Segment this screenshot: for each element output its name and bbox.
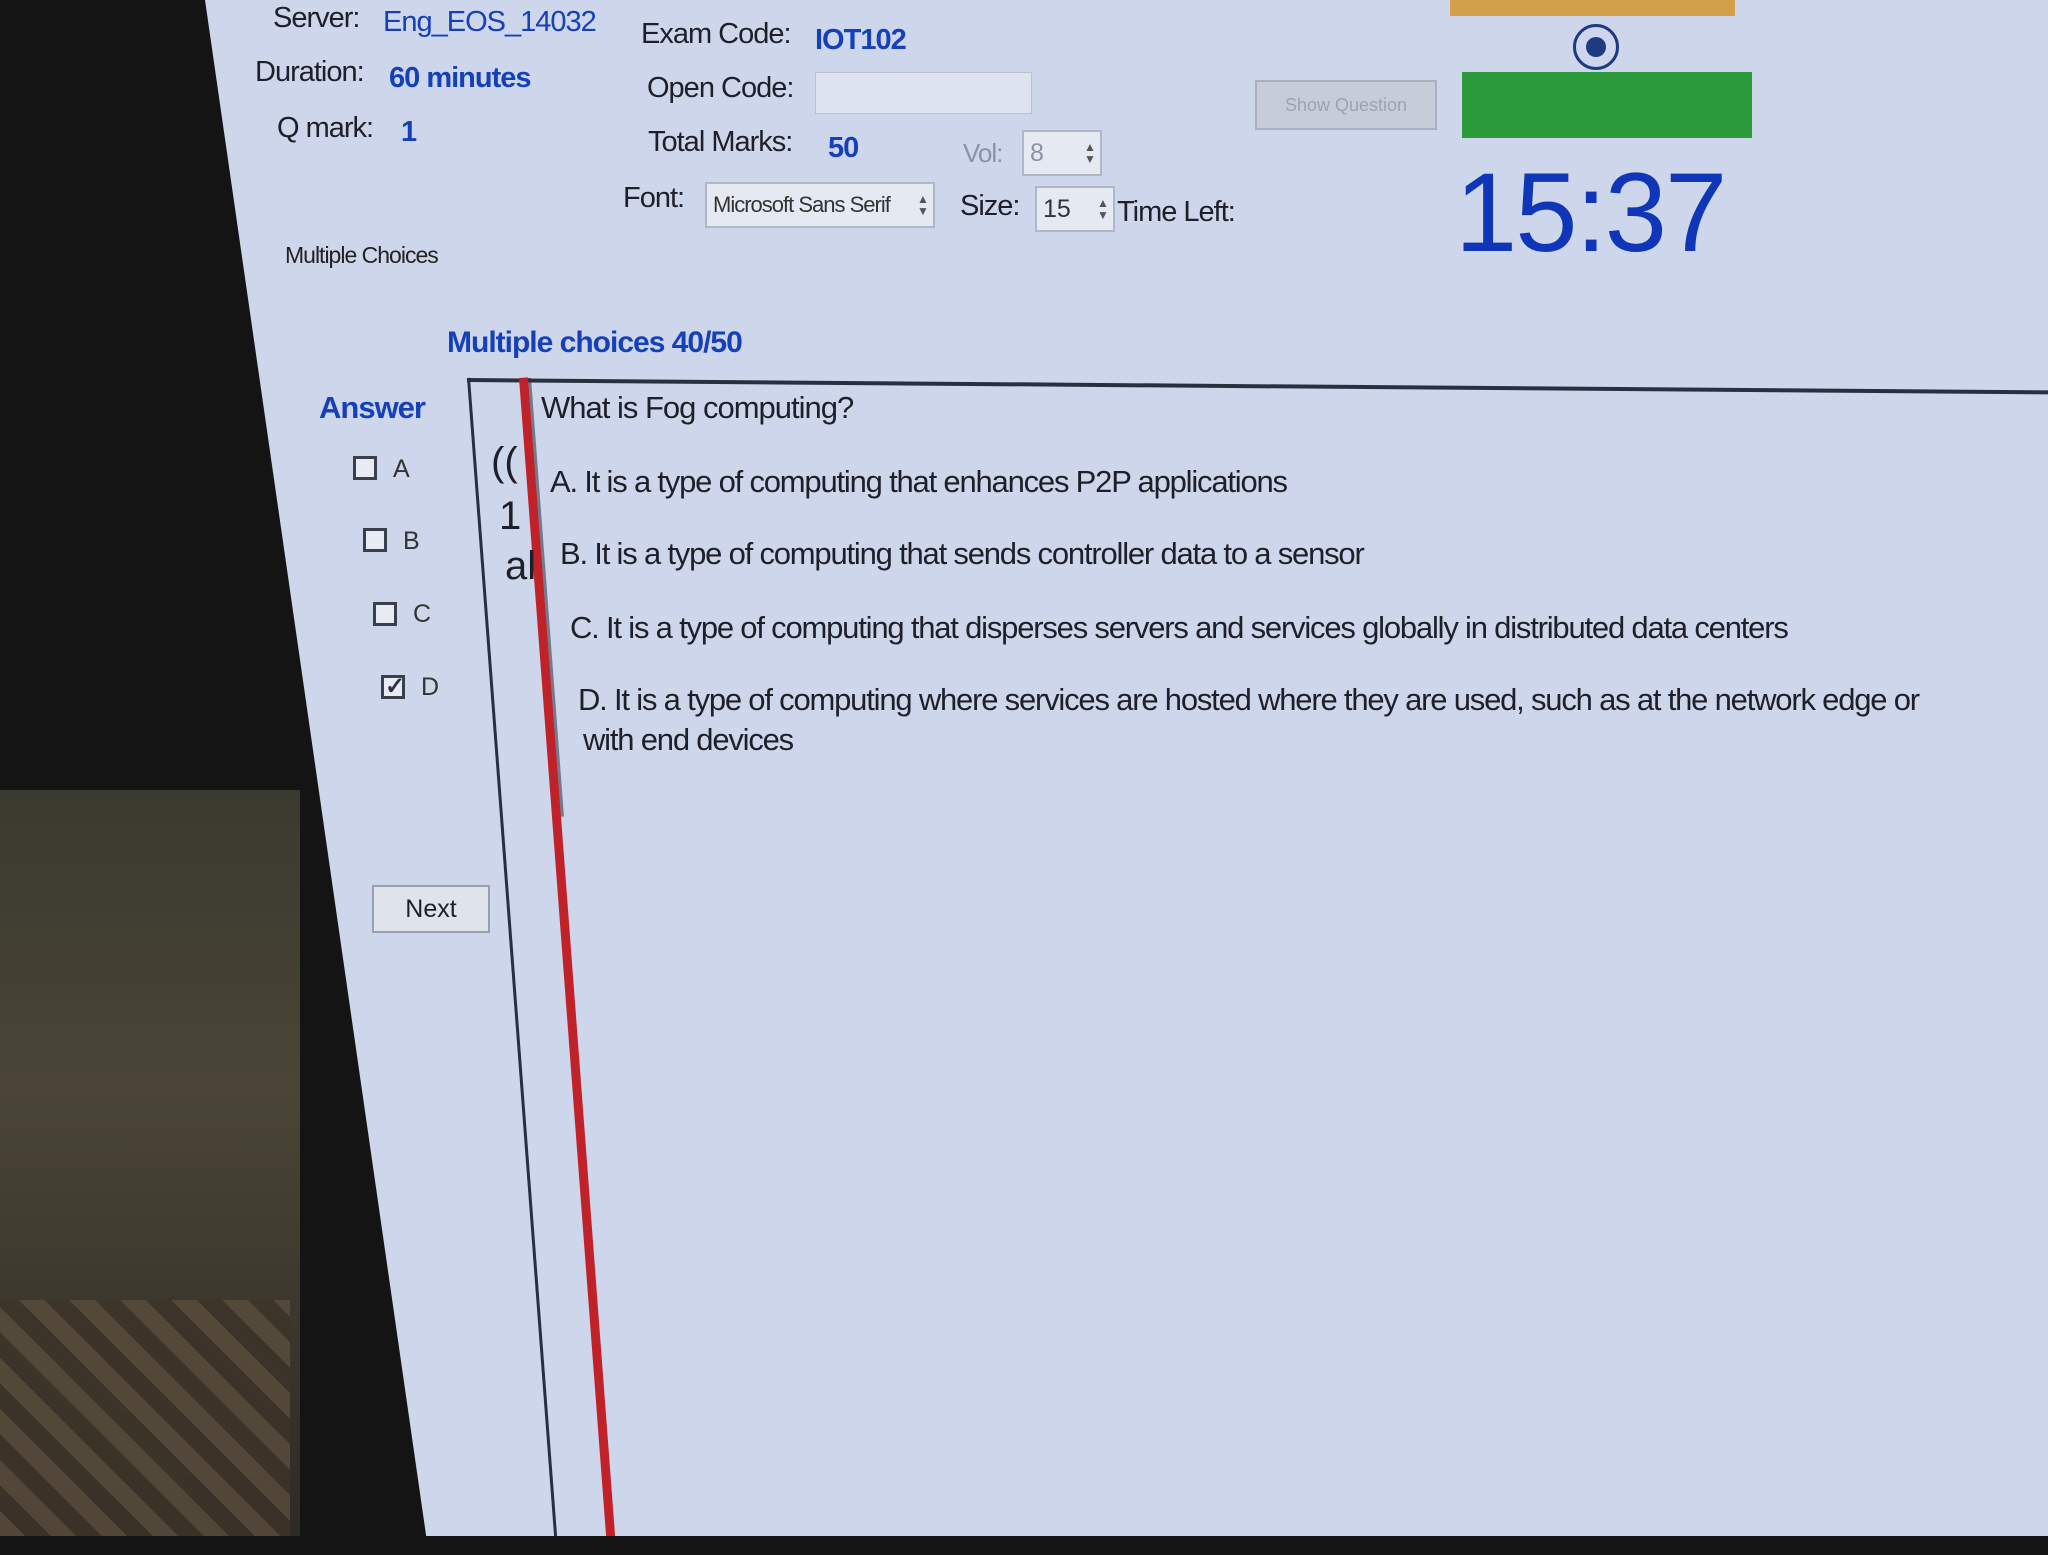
time-left-value: 15:37 [1455, 150, 1727, 275]
option-c: C. It is a type of computing that disper… [570, 610, 1789, 645]
font-label: Font: [623, 182, 685, 214]
checkbox-c[interactable] [373, 602, 397, 626]
size-spinner[interactable]: 15 ▲ ▼ [1035, 186, 1115, 232]
section-label: Multiple Choices [285, 242, 439, 268]
next-button[interactable]: Next [372, 885, 490, 933]
spinner-arrows-icon[interactable]: ▲ ▼ [915, 186, 931, 224]
option-d-continued: with end devices [583, 722, 794, 757]
status-indicator-green [1462, 72, 1752, 138]
choice-label-c: C [413, 600, 432, 628]
status-bar-orange [1450, 0, 1735, 16]
font-select[interactable]: Microsoft Sans Serif ▲ ▼ [705, 182, 935, 228]
show-question-button[interactable]: Show Question [1255, 80, 1437, 130]
duration-value: 60 minutes [389, 62, 531, 94]
exam-code-label: Exam Code: [641, 18, 792, 50]
question-text: What is Fog computing? [541, 390, 854, 425]
total-marks-label: Total Marks: [648, 126, 793, 158]
time-left-label: Time Left: [1117, 196, 1236, 228]
spinner-arrows-icon[interactable]: ▲ ▼ [1082, 134, 1098, 172]
choice-label-d: D [421, 673, 440, 701]
vol-value: 8 [1030, 138, 1044, 167]
choice-label-b: B [403, 527, 420, 555]
checkbox-d[interactable] [381, 672, 405, 701]
qmark-value: 1 [401, 116, 417, 148]
total-marks-value: 50 [828, 132, 859, 164]
open-code-label: Open Code: [647, 72, 794, 104]
side-fragment-3: al [505, 544, 537, 588]
option-a: A. It is a type of computing that enhanc… [550, 464, 1288, 499]
checkbox-b[interactable] [363, 528, 387, 552]
qmark-label: Q mark: [277, 112, 374, 144]
side-fragment-1: (( [491, 440, 518, 484]
size-value: 15 [1043, 194, 1071, 223]
answer-title: Answer [319, 390, 426, 425]
duration-label: Duration: [255, 56, 365, 88]
open-code-input[interactable] [815, 72, 1032, 114]
spinner-arrows-icon[interactable]: ▲ ▼ [1095, 190, 1111, 228]
server-label: Server: [273, 2, 360, 34]
progress-title: Multiple choices 40/50 [447, 326, 743, 359]
checkbox-a[interactable] [353, 456, 377, 480]
server-value: Eng_EOS_14032 [383, 6, 597, 38]
exam-code-value: IOT102 [815, 24, 907, 56]
font-value: Microsoft Sans Serif [713, 192, 891, 217]
exam-window: Server: Eng_EOS_14032 Exam Code: IOT102 … [205, 0, 2048, 1536]
record-icon[interactable] [1573, 24, 1619, 70]
question-divider-shadow [528, 377, 564, 817]
vol-spinner[interactable]: 8 ▲ ▼ [1022, 130, 1102, 176]
option-d: D. It is a type of computing where servi… [578, 682, 1920, 717]
vol-label: Vol: [963, 138, 1003, 168]
background-rug [0, 1300, 290, 1536]
choice-label-a: A [393, 455, 410, 483]
option-b: B. It is a type of computing that sends … [560, 536, 1365, 571]
size-label: Size: [960, 190, 1020, 222]
side-fragment-2: 1 [499, 494, 522, 538]
